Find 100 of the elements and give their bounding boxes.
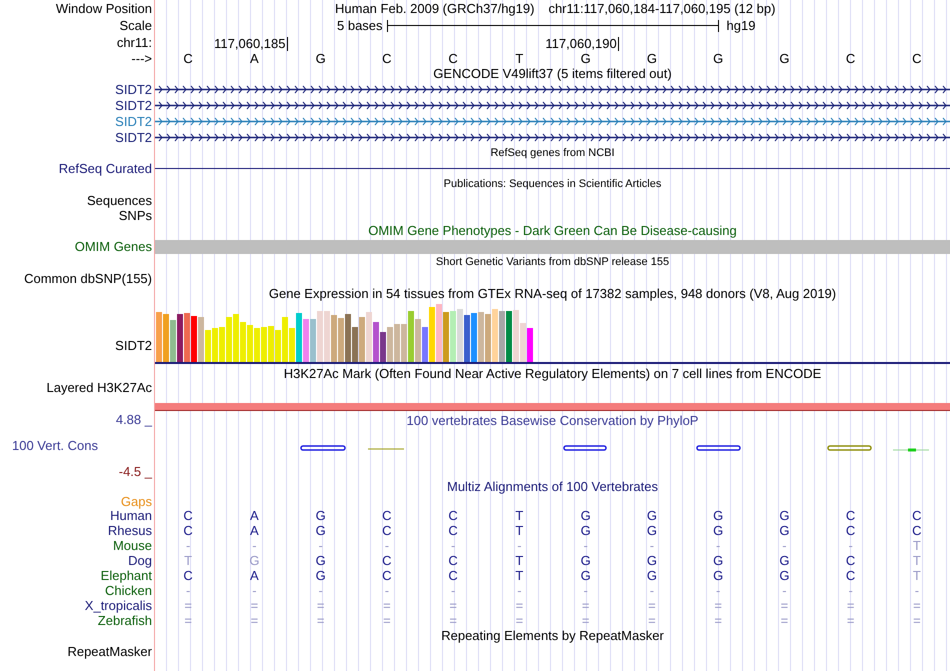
aligned-base: = — [913, 599, 921, 612]
axis-min-label: -4.5 _ — [118, 465, 152, 478]
scale-text: 5 bases — [337, 16, 383, 35]
track-label[interactable]: Sequences — [86, 194, 152, 207]
reference-base: G — [779, 52, 790, 65]
aligned-base: - — [384, 539, 390, 552]
aligned-base: C — [448, 569, 458, 582]
track-title: 100 vertebrates Basewise Conservation by PhyloP — [406, 412, 698, 430]
aligned-base: = — [582, 614, 590, 627]
track-label[interactable]: RepeatMasker — [67, 645, 152, 658]
aligned-base: G — [779, 569, 790, 582]
aligned-base: G — [646, 509, 657, 522]
track-label[interactable]: SNPs — [118, 209, 152, 222]
track-title: Repeating Elements by RepeatMasker — [441, 627, 664, 646]
aligned-base: A — [250, 569, 259, 582]
reference-base: C — [846, 52, 856, 65]
track-title: Publications: Sequences in Scientific Articles — [444, 177, 662, 192]
aligned-base: = — [780, 614, 788, 627]
aligned-base: - — [583, 584, 588, 597]
track-label[interactable]: Elephant — [100, 569, 152, 582]
reference-base: C — [912, 52, 922, 65]
track-label[interactable]: Common dbSNP(155) — [24, 272, 152, 284]
aligned-base: = — [316, 599, 324, 612]
aligned-base: C — [846, 509, 856, 522]
aligned-base: G — [580, 554, 591, 567]
row-label: Window Position — [56, 0, 152, 18]
track-title: RefSeq genes from NCBI — [490, 146, 615, 161]
track-label[interactable]: SIDT2 — [115, 130, 152, 144]
aligned-base: G — [580, 509, 591, 522]
aligned-base: G — [646, 554, 657, 567]
position-tick: 117,060,190 — [545, 37, 619, 51]
track-label[interactable]: Zebrafish — [98, 614, 152, 627]
aligned-base: - — [848, 539, 853, 552]
track-label[interactable]: OMIM Genes — [74, 240, 152, 253]
aligned-base: C — [382, 569, 392, 582]
position-text: chr11:117,060,184-117,060,195 (12 bp) — [548, 0, 776, 18]
track-label[interactable]: SIDT2 — [115, 339, 152, 352]
aligned-base: = — [250, 599, 258, 612]
aligned-base: T — [912, 554, 921, 567]
aligned-base: C — [183, 524, 193, 537]
track-title: Multiz Alignments of 100 Vertebrates — [446, 478, 658, 496]
aligned-base: C — [846, 554, 856, 567]
aligned-base: - — [318, 539, 323, 552]
aligned-base: G — [316, 569, 326, 582]
track-label[interactable]: RefSeq Curated — [58, 162, 152, 175]
track-label[interactable]: Mouse — [112, 539, 152, 552]
aligned-base: - — [716, 584, 720, 597]
aligned-base: - — [252, 539, 257, 552]
track-label[interactable]: Human — [110, 509, 152, 522]
track-label[interactable]: Chicken — [105, 584, 152, 597]
aligned-base: - — [384, 584, 390, 597]
track-label[interactable]: X_tropicalis — [84, 599, 152, 612]
track-label[interactable]: SIDT2 — [115, 114, 152, 128]
aligned-base: G — [713, 524, 724, 537]
aligned-base: - — [914, 584, 920, 597]
aligned-base: - — [782, 539, 787, 552]
reference-base: C — [448, 52, 458, 65]
aligned-base: G — [713, 509, 724, 522]
track-label[interactable]: Layered H3K27Ac — [46, 381, 152, 394]
reference-base: G — [646, 52, 657, 65]
aligned-base: - — [450, 539, 456, 552]
aligned-base: = — [516, 614, 524, 627]
reference-base: G — [713, 52, 724, 65]
aligned-base: = — [648, 614, 656, 627]
aligned-base: C — [448, 554, 458, 567]
track-label[interactable]: 100 Vert. Cons — [0, 439, 98, 452]
aligned-base: C — [382, 524, 392, 537]
aligned-base: G — [713, 569, 724, 582]
track-label[interactable]: SIDT2 — [115, 98, 152, 112]
assembly-name: Human Feb. 2009 (GRCh37/hg19) — [335, 0, 534, 18]
aligned-base: = — [582, 599, 590, 612]
track-label[interactable]: SIDT2 — [115, 82, 152, 96]
aligned-base: - — [252, 584, 257, 597]
aligned-base: C — [183, 569, 193, 582]
aligned-base: - — [583, 539, 588, 552]
aligned-base: G — [580, 569, 591, 582]
aligned-base: T — [515, 509, 524, 522]
reference-base: C — [382, 52, 392, 65]
track-label[interactable]: Dog — [128, 554, 152, 567]
track-title: H3K27Ac Mark (Often Found Near Active Regulatory Elements) on 7 cell lines from ENCODE — [284, 365, 822, 384]
position-tick: 117,060,185 — [214, 37, 288, 51]
track-title: Gene Expression in 54 tissues from GTEx RNA-seq of 17382 samples, 948 donors (V8, Aug 2019) — [268, 285, 836, 304]
assembly-label: hg19 — [726, 16, 756, 35]
aligned-base: = — [383, 599, 391, 612]
track-label[interactable]: Rhesus — [108, 524, 152, 537]
aligned-base: G — [580, 524, 591, 537]
aligned-base: - — [716, 539, 720, 552]
track-title: GENCODE V49lift37 (5 items filtered out) — [433, 64, 672, 83]
aligned-base: C — [448, 524, 458, 537]
aligned-base: G — [316, 554, 326, 567]
aligned-base: G — [779, 509, 790, 522]
aligned-base: = — [846, 614, 854, 627]
aligned-base: G — [316, 524, 326, 537]
aligned-base: = — [316, 614, 324, 627]
aligned-base: C — [382, 554, 392, 567]
aligned-base: - — [650, 539, 654, 552]
aligned-base: = — [780, 599, 788, 612]
aligned-base: G — [779, 524, 790, 537]
aligned-base: T — [515, 554, 524, 567]
aligned-base: C — [912, 524, 922, 537]
